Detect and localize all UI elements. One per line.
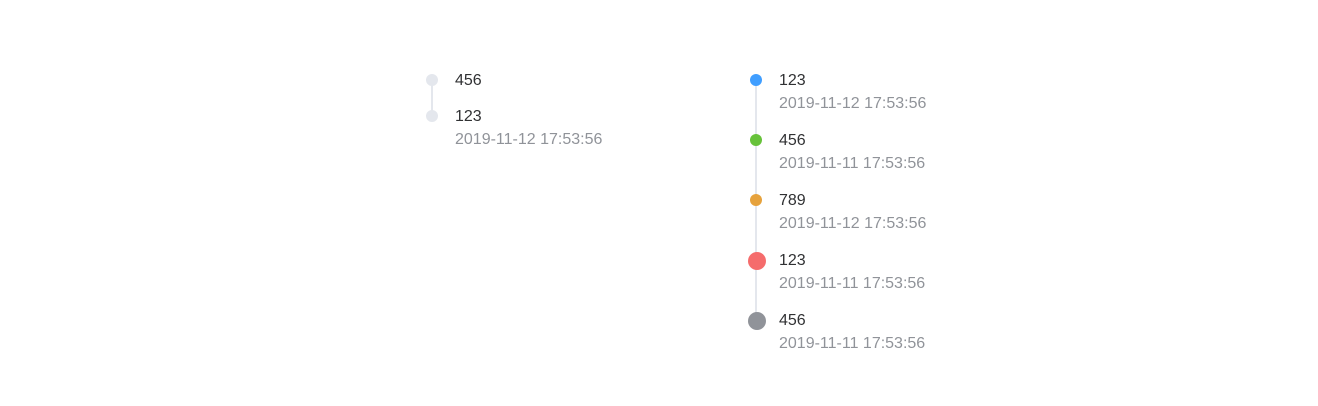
timeline-item: 123 2019-11-12 17:53:56 xyxy=(424,106,602,150)
timeline-item: 456 2019-11-11 17:53:56 xyxy=(748,130,926,200)
timeline-custom-nodes: 123 2019-11-12 17:53:56 456 2019-11-11 1… xyxy=(748,70,926,354)
timeline-item-content: 456 xyxy=(779,312,806,329)
timeline-item-timestamp: 2019-11-12 17:53:56 xyxy=(779,95,927,112)
timeline-item-content: 789 xyxy=(779,192,806,209)
timeline-item: 789 2019-11-12 17:53:56 xyxy=(748,190,927,260)
timeline-item: 123 2019-11-12 17:53:56 xyxy=(748,70,927,140)
timeline-item-timestamp: 2019-11-12 17:53:56 xyxy=(779,215,927,232)
timeline-item-content: 123 xyxy=(455,108,482,125)
timeline-node-dot-icon xyxy=(750,134,762,146)
timeline-item-timestamp: 2019-11-11 17:53:56 xyxy=(779,275,926,292)
timeline-item: 456 2019-11-11 17:53:56 xyxy=(748,310,926,354)
timeline-item-content: 123 xyxy=(779,72,806,89)
timeline-item-content: 456 xyxy=(455,72,482,89)
timeline-item-timestamp: 2019-11-11 17:53:56 xyxy=(779,335,926,352)
timeline-node-dot-icon xyxy=(750,194,762,206)
timeline-item-timestamp: 2019-11-12 17:53:56 xyxy=(455,131,603,148)
timeline-item-content: 456 xyxy=(779,132,806,149)
timeline-basic: 456 123 2019-11-12 17:53:56 xyxy=(424,70,602,150)
timeline-node-dot-icon xyxy=(426,110,438,122)
timeline-node-dot-icon xyxy=(748,312,766,330)
timeline-node-dot-icon xyxy=(748,252,766,270)
timeline-item-content: 123 xyxy=(779,252,806,269)
timeline-node-dot-icon xyxy=(750,74,762,86)
timeline-item-timestamp: 2019-11-11 17:53:56 xyxy=(779,155,926,172)
timeline-node-dot-icon xyxy=(426,74,438,86)
timeline-item: 456 xyxy=(424,70,602,116)
timeline-item: 123 2019-11-11 17:53:56 xyxy=(748,250,926,320)
